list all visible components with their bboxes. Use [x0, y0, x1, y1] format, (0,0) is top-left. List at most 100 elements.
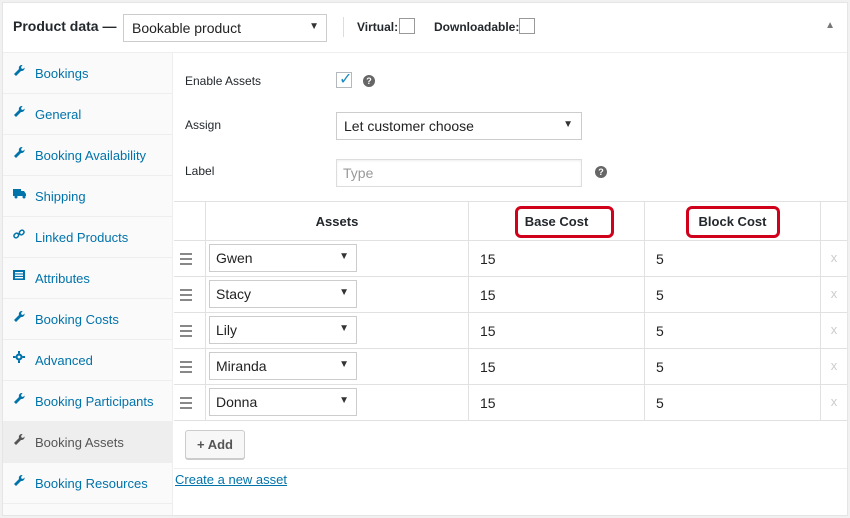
drag-handle[interactable]: [174, 385, 206, 420]
downloadable-checkbox[interactable]: [519, 18, 535, 34]
enable-assets-label: Enable Assets: [185, 74, 262, 88]
table-row: Donna ▼ 15 5 x: [174, 385, 847, 421]
drag-handle[interactable]: [174, 313, 206, 348]
table-row: Lily ▼ 15 5 x: [174, 313, 847, 349]
block-cost-cell[interactable]: 5: [645, 349, 821, 384]
product-data-panel: Product data — Bookable product ▼ Virtua…: [2, 2, 848, 516]
remove-row-button[interactable]: x: [821, 322, 847, 337]
remove-row-button[interactable]: x: [821, 286, 847, 301]
block-cost-cell[interactable]: 5: [645, 277, 821, 312]
block-cost-value: 5: [656, 359, 664, 375]
product-type-value: Bookable product: [132, 20, 241, 36]
remove-cell: x: [821, 241, 847, 276]
block-cost-value: 5: [656, 287, 664, 303]
chevron-down-icon: ▼: [339, 359, 349, 370]
tab-attributes[interactable]: Attributes: [3, 258, 172, 299]
tab-label: Attributes: [35, 270, 90, 286]
asset-value: Donna: [216, 394, 258, 410]
asset-select[interactable]: Stacy ▼: [209, 280, 357, 308]
divider: [343, 17, 344, 37]
block-cost-cell[interactable]: 5: [645, 385, 821, 420]
asset-select[interactable]: Gwen ▼: [209, 244, 357, 272]
help-icon[interactable]: ?: [363, 75, 375, 87]
remove-row-button[interactable]: x: [821, 250, 847, 265]
base-cost-value: 15: [480, 323, 496, 339]
base-cost-column-header: Base Cost: [469, 202, 645, 240]
table-row: Stacy ▼ 15 5 x: [174, 277, 847, 313]
chevron-down-icon: ▼: [563, 119, 573, 130]
create-new-asset-link[interactable]: Create a new asset: [175, 472, 287, 487]
virtual-label: Virtual:: [357, 20, 399, 34]
tab-label: Booking Resources: [35, 475, 148, 491]
truck-icon: [13, 187, 26, 201]
asset-value: Lily: [216, 322, 238, 338]
base-cost-cell[interactable]: 15: [469, 277, 645, 312]
tab-label: Advanced: [35, 352, 93, 368]
tab-label: General: [35, 106, 82, 122]
enable-assets-checkbox[interactable]: ✓: [336, 71, 353, 88]
remove-cell: x: [821, 313, 847, 348]
chevron-down-icon: ▼: [339, 395, 349, 406]
product-type-select[interactable]: Bookable product ▼: [123, 14, 327, 42]
tab-shipping[interactable]: Shipping: [3, 176, 172, 217]
block-cost-value: 5: [656, 251, 664, 267]
drag-handle[interactable]: [174, 241, 206, 276]
assets-header: Assets: [315, 214, 359, 229]
remove-cell: x: [821, 385, 847, 420]
remove-row-button[interactable]: x: [821, 394, 847, 409]
base-cost-cell[interactable]: 15: [469, 349, 645, 384]
assign-select[interactable]: Let customer choose ▼: [336, 112, 582, 140]
collapse-toggle-icon[interactable]: ▲: [825, 20, 835, 31]
remove-row-button[interactable]: x: [821, 358, 847, 373]
tab-label: Booking Availability: [35, 147, 147, 163]
base-cost-cell[interactable]: 15: [469, 313, 645, 348]
block-cost-cell[interactable]: 5: [645, 313, 821, 348]
table-row: Miranda ▼ 15 5 x: [174, 349, 847, 385]
asset-cell: Donna ▼: [206, 385, 469, 420]
block-cost-value: 5: [656, 395, 664, 411]
base-cost-cell[interactable]: 15: [469, 241, 645, 276]
tab-label: Bookings: [35, 65, 89, 81]
base-cost-cell[interactable]: 15: [469, 385, 645, 420]
product-data-tabs: Bookings General Booking Availability Sh…: [3, 53, 173, 515]
asset-cell: Stacy ▼: [206, 277, 469, 312]
base-cost-value: 15: [480, 287, 496, 303]
chevron-down-icon: ▼: [339, 323, 349, 334]
remove-column-header: [821, 202, 847, 240]
tab-general[interactable]: General: [3, 94, 172, 135]
label-label: Label: [185, 164, 215, 178]
wrench-icon: [13, 105, 25, 119]
block-cost-value: 5: [656, 323, 664, 339]
chevron-down-icon: ▼: [339, 287, 349, 298]
label-input[interactable]: Type: [336, 159, 582, 187]
virtual-checkbox[interactable]: [399, 18, 415, 34]
panel-header: Product data — Bookable product ▼ Virtua…: [3, 3, 847, 53]
wrench-icon: [13, 433, 25, 447]
divider: [174, 468, 847, 469]
drag-handle-icon: [180, 325, 192, 340]
block-cost-cell[interactable]: 5: [645, 241, 821, 276]
help-icon[interactable]: ?: [595, 166, 607, 178]
drag-handle[interactable]: [174, 277, 206, 312]
add-asset-button[interactable]: + Add: [185, 430, 245, 459]
tab-label: Booking Assets: [35, 434, 124, 450]
tab-booking-availability[interactable]: Booking Availability: [3, 135, 172, 176]
tab-advanced[interactable]: Advanced: [3, 340, 172, 381]
list-icon: [13, 269, 25, 283]
tab-booking-participants[interactable]: Booking Participants: [3, 381, 172, 422]
tab-booking-costs[interactable]: Booking Costs: [3, 299, 172, 340]
base-cost-value: 15: [480, 359, 496, 375]
checkmark-icon: ✓: [339, 71, 353, 88]
asset-select[interactable]: Lily ▼: [209, 316, 357, 344]
tab-linked-products[interactable]: Linked Products: [3, 217, 172, 258]
tab-booking-assets[interactable]: Booking Assets: [3, 422, 172, 463]
assign-value: Let customer choose: [344, 118, 474, 134]
drag-handle[interactable]: [174, 349, 206, 384]
downloadable-label: Downloadable:: [434, 20, 520, 34]
gear-icon: [13, 351, 25, 365]
asset-select[interactable]: Miranda ▼: [209, 352, 357, 380]
asset-select[interactable]: Donna ▼: [209, 388, 357, 416]
tab-booking-resources[interactable]: Booking Resources: [3, 463, 172, 504]
table-row: Gwen ▼ 15 5 x: [174, 241, 847, 277]
tab-bookings[interactable]: Bookings: [3, 53, 172, 94]
